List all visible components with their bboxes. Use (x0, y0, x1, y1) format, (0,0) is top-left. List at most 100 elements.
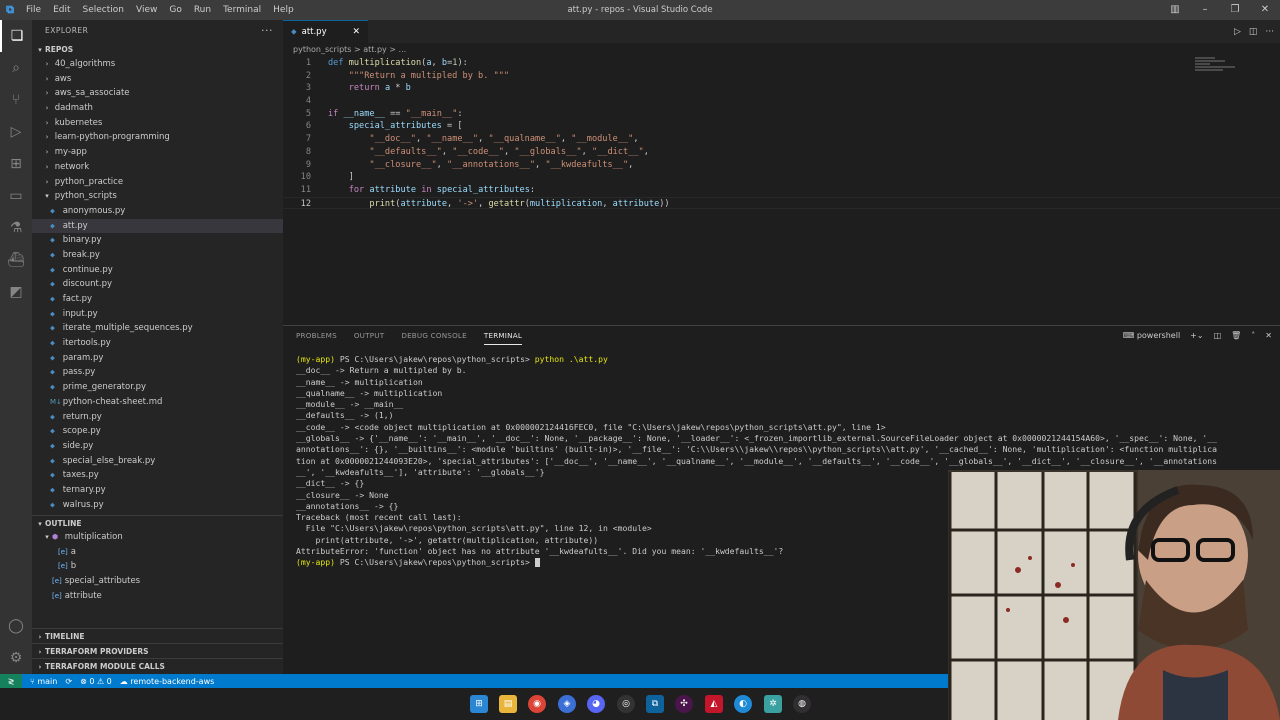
file-item[interactable]: ⬥ special_else_break.py (32, 454, 283, 469)
tab-output[interactable]: OUTPUT (354, 327, 385, 344)
file-item[interactable]: ⬥ prime_generator.py (32, 380, 283, 395)
breadcrumb[interactable]: python_scripts > att.py > ... (283, 43, 1280, 57)
folder-item[interactable]: › learn-python-programming (32, 130, 283, 145)
slack-icon[interactable]: ✣ (675, 695, 693, 713)
explorer-icon[interactable]: ❏ (0, 20, 32, 52)
more-actions-icon[interactable]: ··· (261, 20, 273, 42)
extensions-icon[interactable]: ⊞ (0, 148, 32, 180)
run-python-file-icon[interactable]: ▷ (1234, 27, 1241, 37)
windows-start-icon[interactable]: ⊞ (470, 695, 488, 713)
tab-att-py[interactable]: ⬥ att.py ✕ (283, 20, 368, 43)
tab-problems[interactable]: PROBLEMS (296, 327, 337, 344)
discord-icon[interactable]: ◕ (587, 695, 605, 713)
outline-var-special-attributes[interactable]: [e] special_attributes (32, 574, 283, 589)
new-terminal-icon[interactable]: +⌄ (1190, 331, 1203, 340)
file-item[interactable]: ⬥ return.py (32, 410, 283, 425)
file-item[interactable]: ⬥ work.py (32, 512, 283, 513)
file-item[interactable]: ⬥ input.py (32, 307, 283, 322)
file-item[interactable]: ⬥ param.py (32, 351, 283, 366)
settings-icon[interactable]: ✲ (764, 695, 782, 713)
folder-item[interactable]: › aws_sa_associate (32, 86, 283, 101)
testing-icon[interactable]: ⚗ (0, 212, 32, 244)
folder-item[interactable]: › network (32, 160, 283, 175)
git-branch[interactable]: ⑂ main (30, 677, 57, 686)
settings-gear-icon[interactable]: ⚙ (0, 642, 32, 674)
vscode-icon[interactable]: ⧉ (646, 695, 664, 713)
close-panel-icon[interactable]: ✕ (1265, 331, 1272, 340)
outline-param-a[interactable]: [e] a (32, 545, 283, 560)
terraform-workspace[interactable]: ☁ remote-backend-aws (120, 677, 215, 686)
remote-indicator-icon[interactable]: ≷ (0, 674, 22, 688)
edge-icon[interactable]: ◐ (734, 695, 752, 713)
folder-item[interactable]: › my-app (32, 145, 283, 160)
file-item[interactable]: ⬥ scope.py (32, 424, 283, 439)
tab-debug-console[interactable]: DEBUG CONSOLE (401, 327, 467, 344)
menu-view[interactable]: View (130, 0, 163, 20)
account-icon[interactable]: ◯ (0, 610, 32, 642)
folder-item[interactable]: › dadmath (32, 101, 283, 116)
file-item[interactable]: ⬥ pass.py (32, 365, 283, 380)
menu-help[interactable]: Help (267, 0, 300, 20)
repos-section-header[interactable]: ▾ REPOS (32, 42, 283, 57)
outline-function[interactable]: ▾ ⬢ multiplication (32, 530, 283, 545)
folder-item[interactable]: › kubernetes (32, 116, 283, 131)
source-control-icon[interactable]: ⑂ (0, 84, 32, 116)
problems-indicator[interactable]: ⊗ 0 ⚠ 0 (80, 677, 112, 686)
run-debug-icon[interactable]: ▷ (0, 116, 32, 148)
acrobat-icon[interactable]: ◭ (705, 695, 723, 713)
docker-icon[interactable]: ⛴ (0, 244, 32, 276)
terraform-icon[interactable]: ◩ (0, 276, 32, 308)
outline-param-b[interactable]: [e] b (32, 559, 283, 574)
file-item[interactable]: ⬥ binary.py (32, 233, 283, 248)
restore-icon[interactable]: ❐ (1220, 0, 1250, 20)
menu-terminal[interactable]: Terminal (217, 0, 267, 20)
editor-more-icon[interactable]: ··· (1265, 27, 1274, 37)
app-icon[interactable]: ◈ (558, 695, 576, 713)
minimap[interactable] (1195, 57, 1240, 75)
file-item[interactable]: ⬥ discount.py (32, 277, 283, 292)
github-icon[interactable]: ◎ (617, 695, 635, 713)
close-icon[interactable]: ✕ (1250, 0, 1280, 20)
file-explorer-icon[interactable]: ▤ (499, 695, 517, 713)
search-icon[interactable]: ⌕ (0, 52, 32, 84)
tab-terminal[interactable]: TERMINAL (483, 327, 523, 345)
tab-close-icon[interactable]: ✕ (352, 27, 360, 37)
file-item[interactable]: ⬥ break.py (32, 248, 283, 263)
file-item[interactable]: ⬥ att.py (32, 218, 283, 234)
terminal-shell-selector[interactable]: ⌨ powershell (1123, 331, 1180, 340)
folder-item[interactable]: › 40_algorithms (32, 57, 283, 72)
file-item[interactable]: ⬥ side.py (32, 439, 283, 454)
file-item[interactable]: ⬥ walrus.py (32, 498, 283, 513)
folder-item[interactable]: › aws (32, 72, 283, 87)
maximize-panel-icon[interactable]: ˄ (1251, 331, 1255, 340)
split-terminal-icon[interactable]: ◫ (1214, 331, 1222, 340)
code-editor[interactable]: 1 def multiplication(a, b=1): 2 """Return… (283, 57, 1280, 210)
outline-var-attribute[interactable]: [e] attribute (32, 589, 283, 604)
file-item[interactable]: ⬥ anonymous.py (32, 204, 283, 219)
kill-terminal-icon[interactable]: 🗑 (1231, 331, 1241, 340)
outline-section-header[interactable]: ▾ OUTLINE (32, 514, 283, 530)
file-item[interactable]: ⬥ itertools.py (32, 336, 283, 351)
remote-explorer-icon[interactable]: ▭ (0, 180, 32, 212)
minimize-icon[interactable]: – (1190, 0, 1220, 20)
menu-selection[interactable]: Selection (77, 0, 130, 20)
chrome-icon[interactable]: ◉ (528, 695, 546, 713)
layout-icon[interactable]: ▥ (1160, 0, 1190, 20)
menu-file[interactable]: File (20, 0, 47, 20)
terraform-modules-section-header[interactable]: › TERRAFORM MODULE CALLS (32, 658, 283, 673)
file-item[interactable]: ⬥ ternary.py (32, 483, 283, 498)
folder-python-scripts[interactable]: ▾ python_scripts (32, 189, 283, 204)
obs-icon[interactable]: ◍ (793, 695, 811, 713)
file-item[interactable]: ⬥ continue.py (32, 263, 283, 278)
file-item[interactable]: ⬥ taxes.py (32, 468, 283, 483)
file-item[interactable]: ⬥ iterate_multiple_sequences.py (32, 321, 283, 336)
split-editor-icon[interactable]: ◫ (1249, 27, 1258, 37)
menu-run[interactable]: Run (188, 0, 217, 20)
file-item[interactable]: ⬥ fact.py (32, 292, 283, 307)
file-item[interactable]: M↓ python-cheat-sheet.md (32, 395, 283, 410)
timeline-section-header[interactable]: › TIMELINE (32, 628, 283, 643)
terraform-providers-section-header[interactable]: › TERRAFORM PROVIDERS (32, 643, 283, 658)
menu-go[interactable]: Go (163, 0, 187, 20)
menu-edit[interactable]: Edit (47, 0, 76, 20)
folder-item[interactable]: › python_practice (32, 175, 283, 190)
